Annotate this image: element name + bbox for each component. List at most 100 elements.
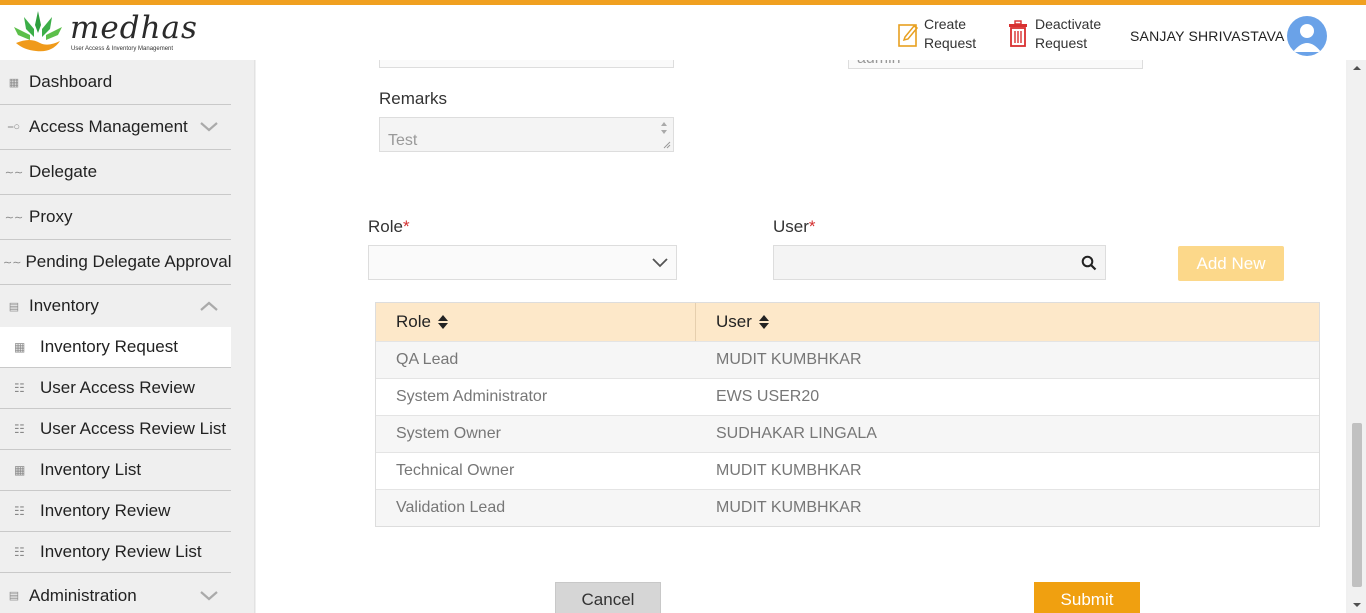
user-label-text: User <box>773 217 809 236</box>
user-cell: MUDIT KUMBHKAR <box>716 462 862 479</box>
table-row[interactable]: QA Lead MUDIT KUMBHKAR <box>376 341 1319 378</box>
chevron-down-icon <box>200 590 218 600</box>
sidebar-item-label: Pending Delegate Approval <box>25 252 232 271</box>
add-new-button[interactable]: Add New <box>1178 246 1284 281</box>
role-label-text: Role <box>368 217 403 236</box>
create-request-button[interactable]: Create Request <box>898 15 976 53</box>
role-cell: Validation Lead <box>396 499 506 516</box>
sort-icon[interactable] <box>437 314 449 330</box>
cancel-button[interactable]: Cancel <box>555 582 661 613</box>
sidebar-subitem-user-access-review-list[interactable]: ☷ User Access Review List <box>0 409 231 450</box>
sidebar-item-label: Access Management <box>29 117 188 136</box>
sidebar-subitem-user-access-review[interactable]: ☷ User Access Review <box>0 368 231 409</box>
sidebar-item-label: Inventory Review List <box>40 542 202 561</box>
sort-icon[interactable] <box>758 314 770 330</box>
column-header-role[interactable]: Role <box>396 303 449 341</box>
partial-textarea-field[interactable]: admin <box>848 60 1143 69</box>
role-cell: System Owner <box>396 425 501 442</box>
chevron-down-icon <box>652 258 668 268</box>
user-search-input[interactable] <box>773 245 1106 280</box>
admin-icon: ▤ <box>8 590 20 602</box>
sidebar-subitem-inventory-list[interactable]: ▦ Inventory List <box>0 450 231 491</box>
header-divider <box>695 303 696 341</box>
sidebar-item-label: Inventory Review <box>40 501 171 520</box>
user-cell: EWS USER20 <box>716 388 820 405</box>
scrollbar-thumb[interactable] <box>1352 423 1362 587</box>
key-icon: ⎯○ <box>7 120 21 133</box>
sidebar-item-pending-delegate-approval[interactable]: ∼∼ Pending Delegate Approval <box>0 240 231 285</box>
sidebar-item-label: Dashboard <box>29 72 113 91</box>
sidebar-item-label: Delegate <box>29 162 98 181</box>
vertical-scrollbar[interactable] <box>1348 60 1366 613</box>
sidebar-subitem-inventory-review-list[interactable]: ☷ Inventory Review List <box>0 532 231 573</box>
remarks-textarea[interactable]: Test <box>379 117 674 152</box>
user-cell: SUDHAKAR LINGALA <box>716 425 877 442</box>
sidebar: ▦ Dashboard ⎯○ Access Management ∼∼ Dele… <box>0 60 255 613</box>
role-cell: QA Lead <box>396 351 459 368</box>
clipboard-icon: ☷ <box>14 504 25 518</box>
trash-icon <box>1009 20 1027 47</box>
partial-input-field[interactable] <box>379 60 674 68</box>
sidebar-item-dashboard[interactable]: ▦ Dashboard <box>0 60 231 105</box>
user-cell: MUDIT KUMBHKAR <box>716 351 862 368</box>
sidebar-item-inventory[interactable]: ▤ Inventory <box>0 285 231 327</box>
sidebar-item-label: Proxy <box>29 207 73 226</box>
column-header-label: Role <box>396 312 431 331</box>
column-header-user[interactable]: User <box>716 303 770 341</box>
user-label: User* <box>773 217 816 237</box>
scroll-up-arrow-icon[interactable] <box>1348 62 1366 74</box>
chevron-up-icon <box>200 301 218 311</box>
sidebar-item-label: Inventory List <box>40 460 142 479</box>
submit-button[interactable]: Submit <box>1034 582 1140 613</box>
table-row[interactable]: Validation Lead MUDIT KUMBHKAR <box>376 489 1319 526</box>
role-select[interactable] <box>368 245 677 280</box>
resize-handle-icon[interactable] <box>662 140 671 149</box>
lotus-logo-icon <box>14 11 62 52</box>
role-cell: Technical Owner <box>396 462 515 479</box>
sidebar-item-label: Inventory <box>29 296 99 315</box>
edit-document-icon <box>898 24 918 47</box>
deactivate-request-button[interactable]: Deactivate Request <box>1007 15 1101 53</box>
sidebar-subitem-inventory-review[interactable]: ☷ Inventory Review <box>0 491 231 532</box>
role-user-table: Role User QA Lead MUDIT KUMBHKAR System … <box>375 302 1320 527</box>
brand-tagline: User Access & Inventory Management <box>71 46 174 52</box>
clipboard-icon: ☷ <box>14 381 25 395</box>
user-cell: MUDIT KUMBHKAR <box>716 499 862 516</box>
sidebar-item-delegate[interactable]: ∼∼ Delegate <box>0 150 231 195</box>
sidebar-item-label: User Access Review List <box>40 419 227 438</box>
delegate-icon: ∼∼ <box>4 166 24 179</box>
sidebar-item-label: Administration <box>29 585 137 605</box>
spinner-arrows-icon <box>661 122 667 134</box>
create-request-label: Create Request <box>924 16 977 51</box>
partial-field-value: admin <box>857 60 901 68</box>
table-row[interactable]: System Owner SUDHAKAR LINGALA <box>376 415 1319 452</box>
sidebar-item-administration[interactable]: ▤ Administration <box>0 573 231 613</box>
sidebar-item-access-management[interactable]: ⎯○ Access Management <box>0 105 231 150</box>
table-header: Role User <box>376 303 1319 341</box>
sidebar-subitem-inventory-request[interactable]: ▦ Inventory Request <box>0 327 231 368</box>
required-mark: * <box>808 217 816 236</box>
user-name[interactable]: SANJAY SHRIVASTAVA <box>1130 28 1285 44</box>
app-header: medhas User Access & Inventory Managemen… <box>0 5 1366 60</box>
clipboard-icon: ☷ <box>14 422 25 436</box>
deactivate-request-label: Deactivate Request <box>1035 16 1102 51</box>
remarks-value: Test <box>388 132 418 149</box>
scroll-down-arrow-icon[interactable] <box>1348 599 1366 611</box>
search-icon[interactable] <box>1081 255 1097 271</box>
sidebar-item-label: Inventory Request <box>40 337 178 356</box>
brand-name: medhas <box>70 10 198 46</box>
table-row[interactable]: Technical Owner MUDIT KUMBHKAR <box>376 452 1319 489</box>
grid-icon: ▦ <box>8 76 20 89</box>
table-icon: ▦ <box>14 340 26 354</box>
table-icon: ▦ <box>14 463 26 477</box>
user-silhouette-icon <box>1293 24 1321 52</box>
inventory-icon: ▤ <box>8 300 20 313</box>
required-mark: * <box>402 217 410 236</box>
chevron-down-icon <box>200 122 218 132</box>
role-label: Role* <box>368 217 410 237</box>
brand-logo[interactable]: medhas User Access & Inventory Managemen… <box>10 7 197 57</box>
clipboard-icon: ☷ <box>14 545 25 559</box>
table-row[interactable]: System Administrator EWS USER20 <box>376 378 1319 415</box>
sidebar-item-proxy[interactable]: ∼∼ Proxy <box>0 195 231 240</box>
avatar-icon[interactable] <box>1287 16 1327 56</box>
